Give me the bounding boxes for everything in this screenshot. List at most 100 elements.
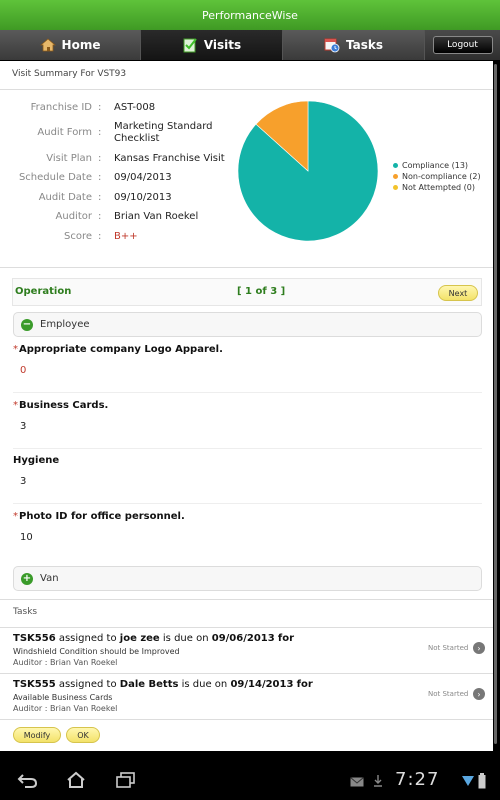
wifi-icon — [462, 776, 474, 786]
checklist-icon — [183, 38, 197, 53]
task-row[interactable]: TSK556 assigned to joe zee is due on 09/… — [0, 628, 493, 672]
task-summary: TSK556 assigned to joe zee is due on 09/… — [13, 633, 295, 644]
required-marker: * — [13, 511, 18, 522]
tab-tasks-label: Tasks — [345, 38, 383, 52]
tab-visits[interactable]: Visits — [141, 30, 283, 60]
audit-date-label: Audit Date — [38, 192, 92, 203]
operation-title: Operation — [15, 286, 72, 297]
legend-swatch — [393, 163, 398, 168]
question-answer[interactable]: 3 — [20, 421, 26, 432]
task-description: Windshield Condition should be Improved — [13, 647, 180, 656]
email-icon — [350, 777, 364, 787]
home-icon — [39, 38, 56, 52]
colon: : — [98, 153, 102, 164]
compliance-pie-chart — [237, 100, 379, 242]
divider — [0, 599, 493, 600]
visit-plan-label: Visit Plan — [46, 153, 92, 164]
next-button[interactable]: Next — [438, 285, 478, 301]
schedule-date-value: 09/04/2013 — [114, 172, 172, 183]
chevron-right-icon[interactable]: › — [473, 642, 485, 654]
question-label: *Appropriate company Logo Apparel. — [13, 344, 223, 355]
task-description: Available Business Cards — [13, 693, 113, 702]
task-auditor: Auditor : Brian Van Roekel — [13, 704, 118, 713]
question-answer[interactable]: 10 — [20, 532, 33, 543]
legend-swatch — [393, 185, 398, 190]
back-icon[interactable] — [17, 771, 39, 789]
question-answer[interactable]: 3 — [20, 476, 26, 487]
required-marker: * — [13, 400, 18, 411]
question-label: *Business Cards. — [13, 400, 109, 411]
scrollbar[interactable] — [494, 64, 497, 744]
task-auditor: Auditor : Brian Van Roekel — [13, 658, 118, 667]
colon: : — [98, 127, 102, 138]
expand-icon: + — [21, 572, 33, 585]
divider — [0, 719, 493, 720]
section-van-label: Van — [40, 573, 59, 584]
ok-button[interactable]: OK — [66, 727, 100, 743]
tasks-heading: Tasks — [13, 607, 38, 617]
divider — [13, 392, 482, 393]
legend-label: Not Attempted (0) — [402, 183, 475, 192]
colon: : — [98, 231, 102, 242]
question-answer[interactable]: 0 — [20, 365, 26, 376]
main-content: Visit Summary For VST93 Franchise ID : A… — [0, 61, 493, 751]
schedule-date-label: Schedule Date — [18, 172, 92, 183]
legend-swatch — [393, 174, 398, 179]
task-row[interactable]: TSK555 assigned to Dale Betts is due on … — [0, 674, 493, 718]
calendar-clock-icon — [324, 38, 340, 53]
question-label: Hygiene — [13, 455, 60, 466]
legend-label: Compliance (13) — [402, 161, 469, 170]
task-status: Not Started — [428, 690, 469, 698]
nav-bar: Home Visits Tasks Logout — [0, 30, 500, 60]
question-label: *Photo ID for office personnel. — [13, 511, 185, 522]
download-icon — [374, 775, 382, 787]
colon: : — [98, 192, 102, 203]
app-title: PerformanceWise — [202, 8, 298, 22]
recent-apps-icon[interactable] — [115, 771, 137, 789]
page-indicator: [ 1 of 3 ] — [237, 286, 286, 297]
tab-home-label: Home — [61, 38, 101, 52]
logout-button[interactable]: Logout — [432, 36, 493, 54]
system-bar: 7:27 — [0, 761, 500, 800]
visit-summary-title: Visit Summary For VST93 — [12, 69, 127, 79]
nav-right-area: Logout — [425, 30, 500, 60]
section-employee[interactable]: − Employee — [13, 312, 482, 337]
operation-header: Operation [ 1 of 3 ] Next — [12, 278, 482, 306]
franchise-id-label: Franchise ID — [30, 102, 92, 113]
legend-item: Not Attempted (0) — [393, 183, 475, 192]
task-status: Not Started — [428, 644, 469, 652]
divider — [0, 89, 493, 90]
section-employee-label: Employee — [40, 319, 90, 330]
tab-tasks[interactable]: Tasks — [283, 30, 425, 60]
audit-form-label: Audit Form — [37, 127, 92, 138]
legend-item: Compliance (13) — [393, 161, 468, 170]
colon: : — [98, 211, 102, 222]
legend-label: Non-compliance (2) — [402, 172, 481, 181]
auditor-label: Auditor — [55, 211, 92, 222]
colon: : — [98, 102, 102, 113]
divider — [13, 448, 482, 449]
collapse-icon: − — [21, 318, 33, 331]
audit-date-value: 09/10/2013 — [114, 192, 172, 203]
audit-form-value: Marketing Standard Checklist — [114, 121, 213, 144]
chevron-right-icon[interactable]: › — [473, 688, 485, 700]
tab-visits-label: Visits — [203, 38, 242, 52]
auditor-value: Brian Van Roekel — [114, 211, 199, 222]
tab-home[interactable]: Home — [0, 30, 141, 60]
section-van[interactable]: + Van — [13, 566, 482, 591]
visit-plan-value: Kansas Franchise Visit — [114, 153, 225, 164]
battery-icon — [478, 773, 486, 789]
score-value: B++ — [114, 231, 138, 242]
task-summary: TSK555 assigned to Dale Betts is due on … — [13, 679, 313, 690]
divider — [13, 503, 482, 504]
required-marker: * — [13, 344, 18, 355]
title-bar: PerformanceWise — [0, 0, 500, 30]
modify-button[interactable]: Modify — [13, 727, 61, 743]
home-icon[interactable] — [65, 770, 87, 790]
franchise-id-value: AST-008 — [114, 102, 156, 113]
colon: : — [98, 172, 102, 183]
divider — [0, 267, 493, 268]
legend-item: Non-compliance (2) — [393, 172, 481, 181]
status-clock: 7:27 — [395, 769, 440, 790]
score-label: Score — [63, 231, 92, 242]
